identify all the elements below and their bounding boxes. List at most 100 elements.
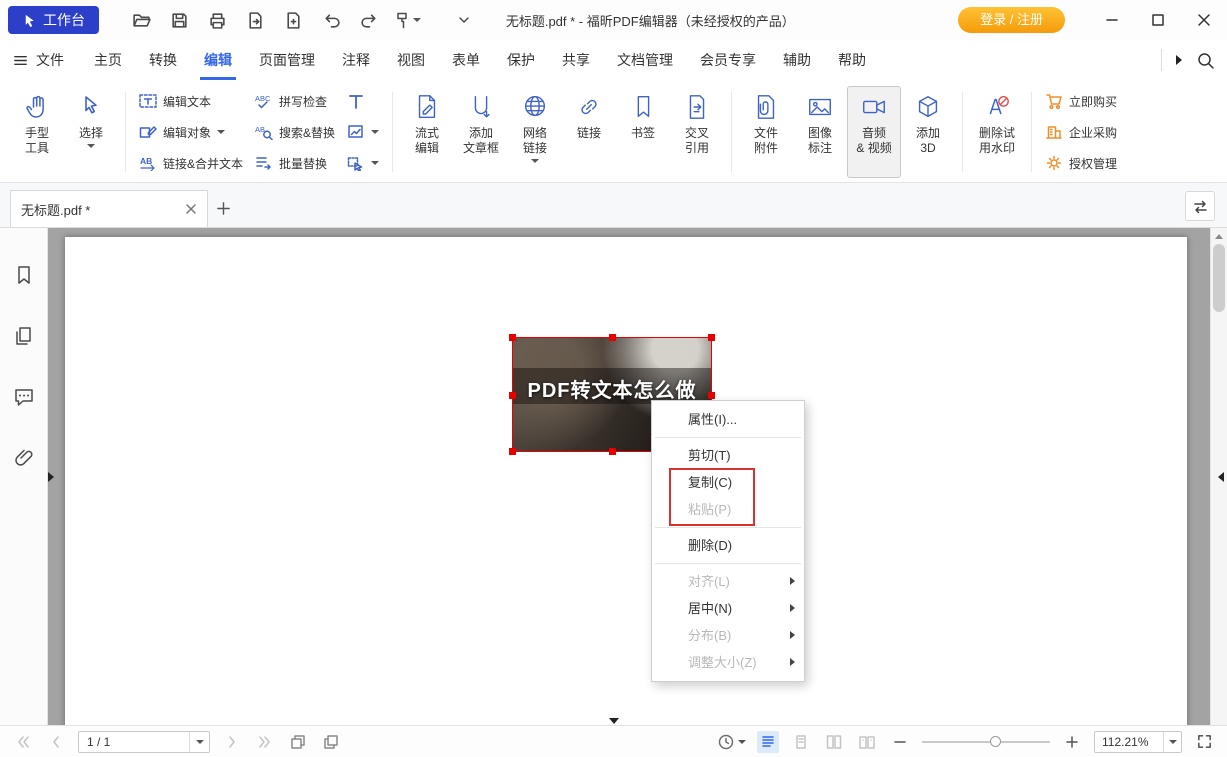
- add-3d-button[interactable]: 添加 3D: [901, 86, 955, 178]
- ctx-copy[interactable]: 复制(C): [652, 469, 804, 496]
- select-tool-button[interactable]: 选择: [64, 86, 118, 178]
- tab-member[interactable]: 会员专享: [700, 40, 756, 80]
- tab-doc-manage[interactable]: 文档管理: [617, 40, 673, 80]
- book-view-button[interactable]: [856, 731, 878, 753]
- document-tab[interactable]: 无标题.pdf *: [10, 190, 208, 227]
- web-links-button[interactable]: 网络 链接: [508, 86, 562, 178]
- resize-handle-s[interactable]: [609, 448, 616, 455]
- first-page-button[interactable]: [12, 731, 34, 753]
- ctx-cut[interactable]: 剪切(T): [652, 442, 804, 469]
- minimize-button[interactable]: [1089, 0, 1135, 40]
- file-attachment-button[interactable]: 文件 附件: [739, 86, 793, 178]
- search-replace-button[interactable]: AB 搜索&替换: [255, 119, 335, 145]
- comments-panel-button[interactable]: [9, 382, 39, 412]
- zoom-level-select[interactable]: 112.21%: [1094, 731, 1182, 753]
- document-viewport[interactable]: [48, 228, 1210, 725]
- fullscreen-button[interactable]: [1193, 731, 1215, 753]
- save-button[interactable]: [165, 6, 193, 34]
- bottom-collapse-handle[interactable]: [609, 718, 619, 724]
- facing-pages-view-button[interactable]: [823, 731, 845, 753]
- prev-page-button[interactable]: [45, 731, 67, 753]
- tab-assist[interactable]: 辅助: [783, 40, 811, 80]
- add-text-button[interactable]: [347, 88, 379, 114]
- tab-comment[interactable]: 注释: [342, 40, 370, 80]
- enterprise-purchase-button[interactable]: 企业采购: [1045, 119, 1117, 145]
- cross-reference-button[interactable]: 交叉 引用: [670, 86, 724, 178]
- image-annotation-button[interactable]: 图像 标注: [793, 86, 847, 178]
- login-button[interactable]: 登录 / 注册: [958, 7, 1065, 33]
- resize-handle-e[interactable]: [708, 392, 715, 399]
- resize-handle-n[interactable]: [609, 334, 616, 341]
- search-button[interactable]: [1196, 51, 1215, 70]
- bookmarks-panel-button[interactable]: [9, 260, 39, 290]
- pages-panel-button[interactable]: [9, 321, 39, 351]
- resize-handle-sw[interactable]: [509, 448, 516, 455]
- edit-object-button[interactable]: 编辑对象: [139, 119, 243, 145]
- collapse-toolbar-button[interactable]: [455, 11, 473, 29]
- tab-page-manage[interactable]: 页面管理: [259, 40, 315, 80]
- license-manage-button[interactable]: 授权管理: [1045, 150, 1117, 176]
- audio-video-button[interactable]: 音频 & 视频: [847, 86, 901, 178]
- resize-handle-ne[interactable]: [708, 334, 715, 341]
- resize-handle-w[interactable]: [509, 392, 516, 399]
- buy-now-button[interactable]: 立即购买: [1045, 88, 1117, 114]
- insert-page-button[interactable]: [279, 6, 307, 34]
- zoom-slider-thumb[interactable]: [990, 736, 1001, 747]
- zoom-dropdown[interactable]: [1163, 732, 1181, 752]
- link-button[interactable]: 链接: [562, 86, 616, 178]
- zoom-in-button[interactable]: [1061, 731, 1083, 753]
- right-panel-handle[interactable]: [1218, 472, 1224, 482]
- workbench-button[interactable]: 工作台: [8, 6, 99, 34]
- next-page-button[interactable]: [221, 731, 243, 753]
- ctx-properties[interactable]: 属性(I)...: [652, 406, 804, 433]
- insert-chart-button[interactable]: [347, 119, 379, 145]
- undo-button[interactable]: [317, 6, 345, 34]
- tab-share[interactable]: 共享: [562, 40, 590, 80]
- tab-list-button[interactable]: [1185, 191, 1215, 221]
- print-button[interactable]: [203, 6, 231, 34]
- open-file-button[interactable]: [127, 6, 155, 34]
- tab-protect[interactable]: 保护: [507, 40, 535, 80]
- hand-tool-button[interactable]: 手型 工具: [10, 86, 64, 178]
- reading-mode-button[interactable]: [757, 731, 779, 753]
- sidebar-expand-handle[interactable]: [48, 472, 54, 482]
- pdf-page[interactable]: [65, 237, 1187, 725]
- link-merge-text-button[interactable]: AB 链接&合并文本: [139, 150, 243, 176]
- bookmark-button[interactable]: 书签: [616, 86, 670, 178]
- next-view-button[interactable]: [320, 731, 342, 753]
- new-tab-button[interactable]: [208, 190, 238, 227]
- attachments-panel-button[interactable]: [9, 443, 39, 473]
- scrollbar-thumb[interactable]: [1213, 244, 1225, 312]
- redo-button[interactable]: [355, 6, 383, 34]
- resize-handle-nw[interactable]: [509, 334, 516, 341]
- tab-home[interactable]: 主页: [94, 40, 122, 80]
- last-page-button[interactable]: [254, 731, 276, 753]
- remove-watermark-button[interactable]: 删除试 用水印: [970, 86, 1024, 178]
- tab-view[interactable]: 视图: [397, 40, 425, 80]
- batch-replace-button[interactable]: 批量替换: [255, 150, 335, 176]
- close-button[interactable]: [1181, 0, 1227, 40]
- tab-form[interactable]: 表单: [452, 40, 480, 80]
- auto-scroll-button[interactable]: [717, 733, 746, 751]
- file-menu-button[interactable]: 文件: [12, 50, 64, 70]
- insert-shape-button[interactable]: [347, 150, 379, 176]
- tab-edit[interactable]: 编辑: [204, 40, 232, 80]
- ctx-delete[interactable]: 删除(D): [652, 532, 804, 559]
- zoom-slider[interactable]: [922, 735, 1050, 749]
- single-page-view-button[interactable]: [790, 731, 812, 753]
- expand-panel-icon[interactable]: [1176, 55, 1182, 65]
- spell-check-button[interactable]: ABC 拼写检查: [255, 88, 335, 114]
- tab-help[interactable]: 帮助: [838, 40, 866, 80]
- tab-convert[interactable]: 转换: [149, 40, 177, 80]
- export-pdf-button[interactable]: [241, 6, 269, 34]
- tab-close-icon[interactable]: [185, 203, 197, 215]
- ctx-center[interactable]: 居中(N): [652, 595, 804, 622]
- page-number-select[interactable]: 1 / 1: [78, 731, 210, 753]
- format-painter-button[interactable]: [393, 6, 421, 34]
- flow-edit-button[interactable]: 流式 编辑: [400, 86, 454, 178]
- add-article-box-button[interactable]: 添加 文章框: [454, 86, 508, 178]
- scroll-up-button[interactable]: [1211, 230, 1227, 242]
- prev-view-button[interactable]: [287, 731, 309, 753]
- page-dropdown[interactable]: [189, 732, 209, 752]
- edit-text-button[interactable]: 编辑文本: [139, 88, 243, 114]
